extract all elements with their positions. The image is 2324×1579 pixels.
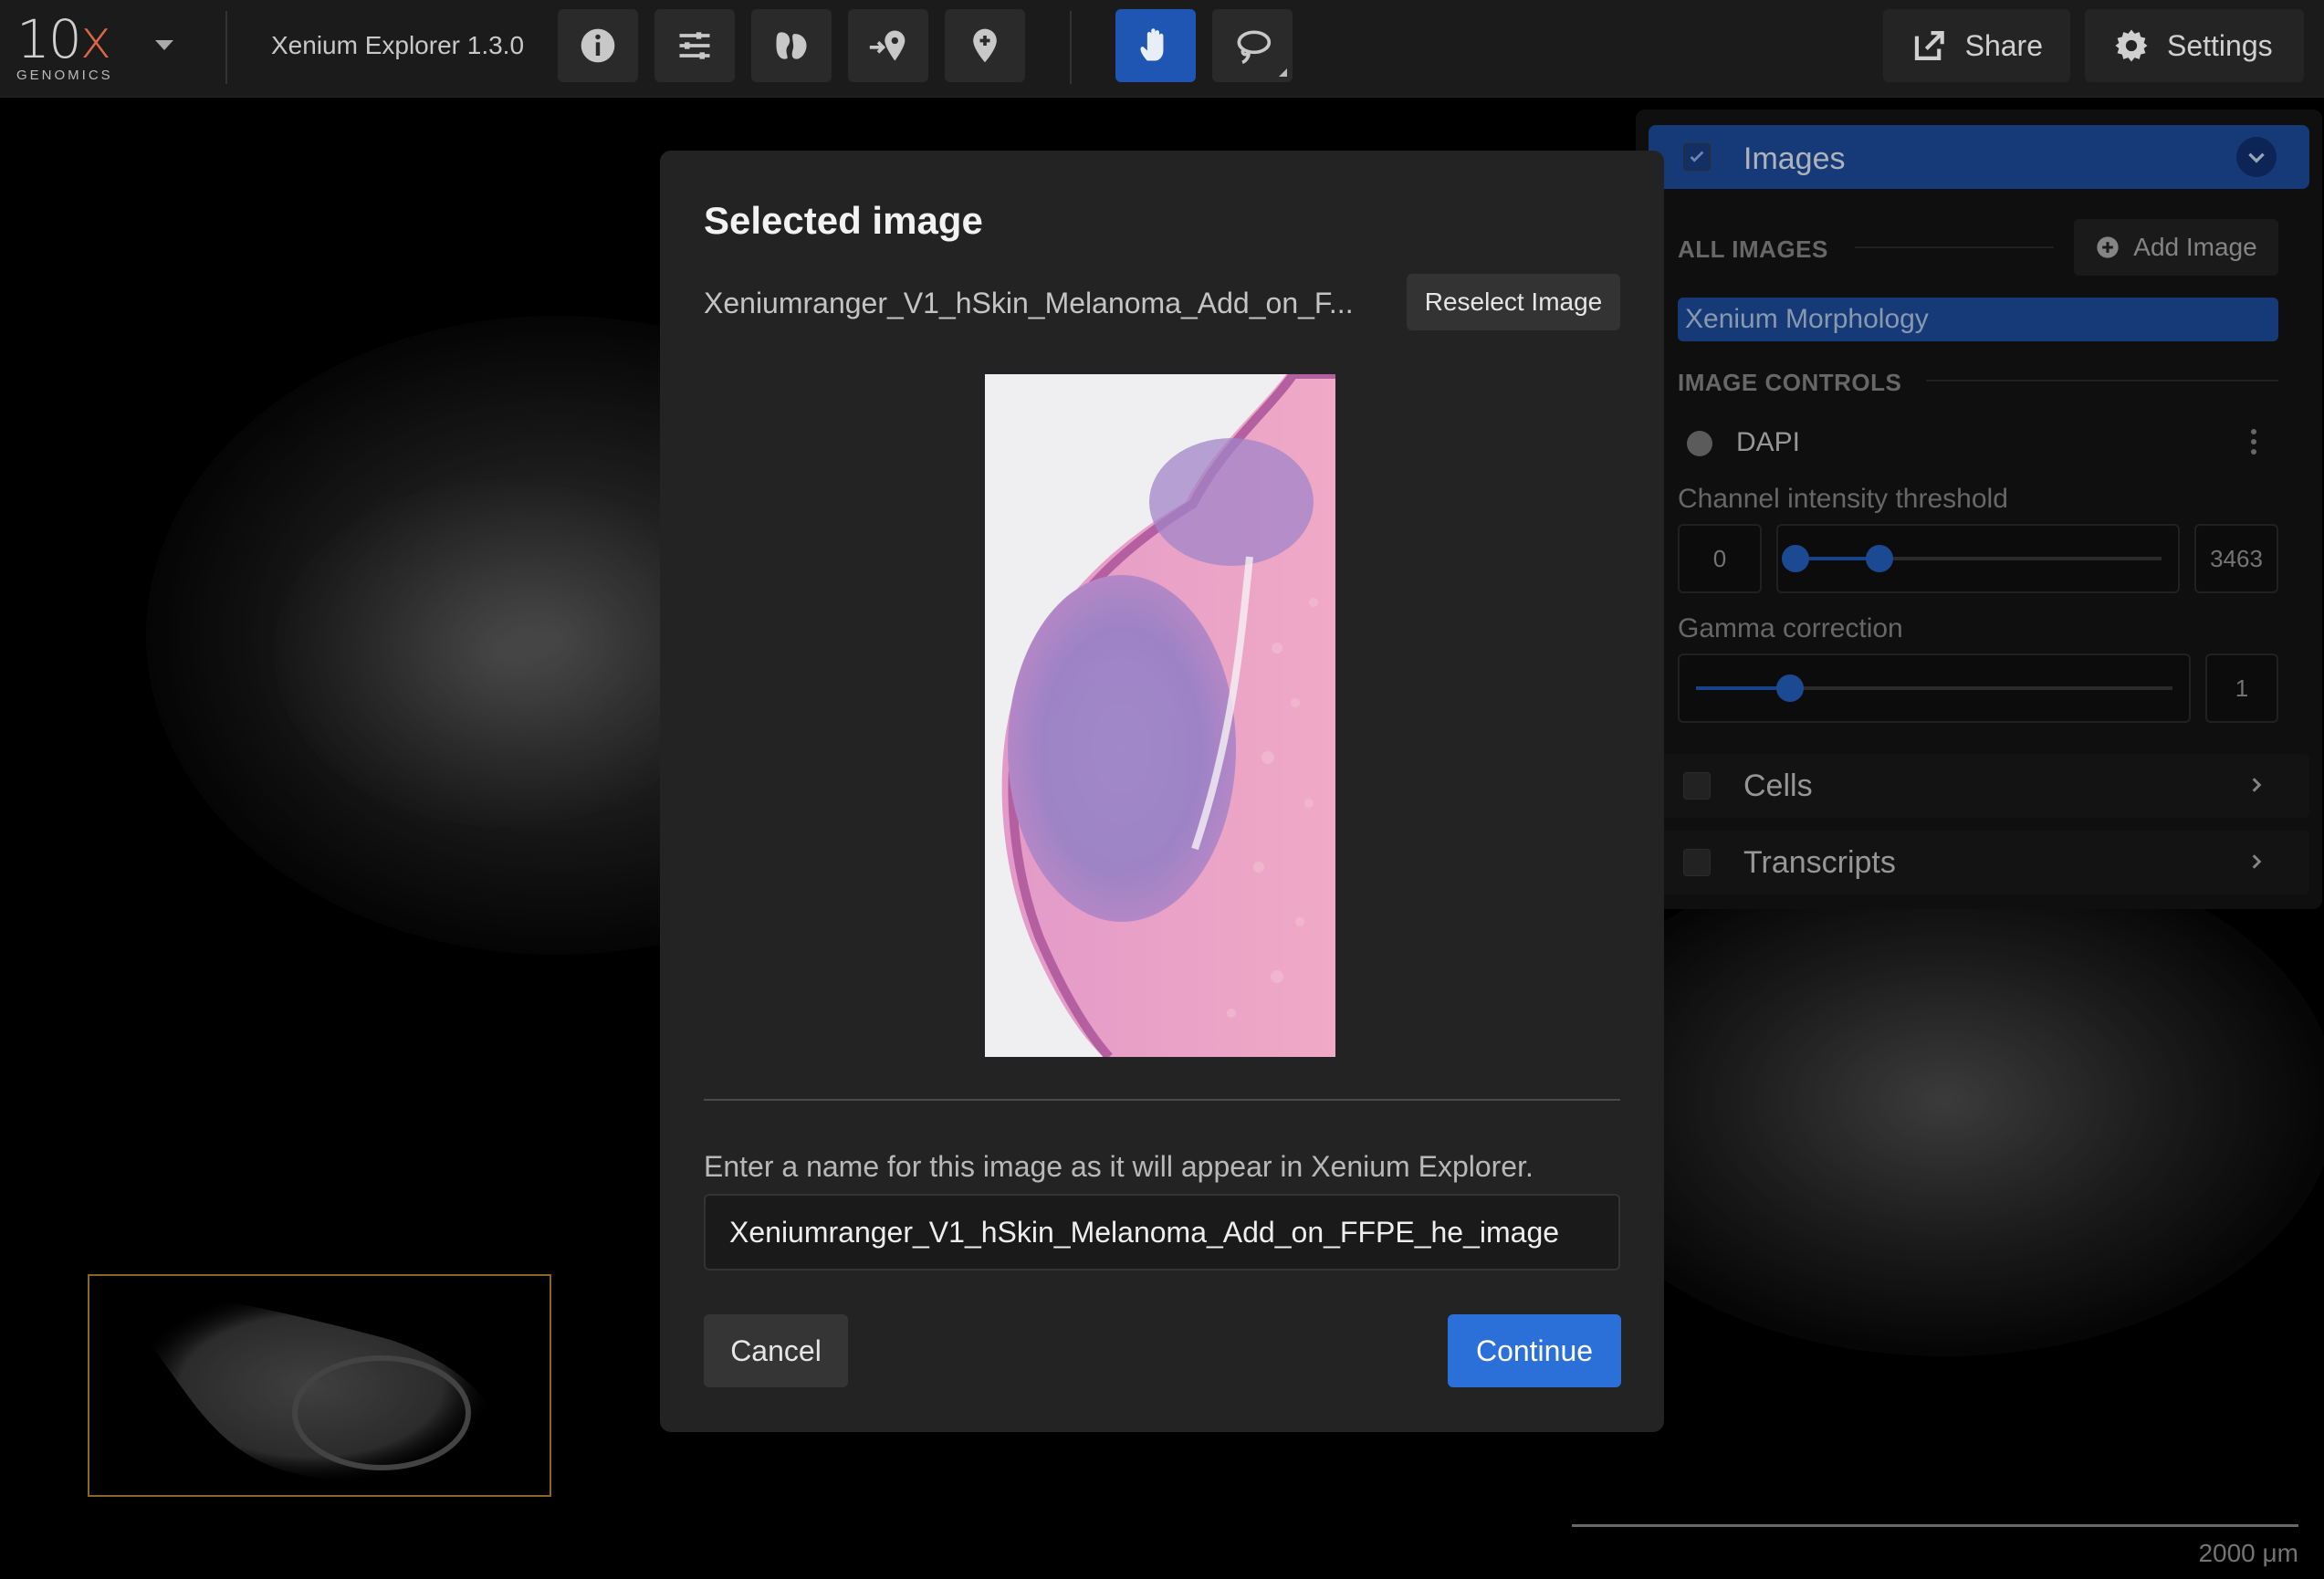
hand-icon — [1140, 28, 1164, 61]
reselect-image-button[interactable]: Reselect Image — [1407, 274, 1620, 330]
divider — [704, 1099, 1620, 1101]
submenu-indicator — [1279, 68, 1287, 77]
logo-number: 10 — [16, 8, 82, 70]
image-name-input[interactable] — [704, 1194, 1620, 1271]
sliders-icon — [679, 32, 710, 59]
settings-button[interactable]: Settings — [2085, 9, 2304, 82]
divider — [1070, 11, 1072, 84]
caret-down-icon[interactable] — [155, 40, 173, 50]
pin-plus-icon — [973, 28, 997, 63]
10x-genomics-logo[interactable]: 10x GENOMICS — [16, 13, 117, 83]
cell-segmentation-button[interactable] — [751, 9, 832, 82]
divider — [225, 11, 227, 84]
lasso-icon — [1237, 30, 1272, 65]
logo-subtitle: GENOMICS — [16, 68, 113, 83]
dialog-title: Selected image — [704, 199, 983, 242]
share-icon — [1914, 31, 1944, 60]
settings-label: Settings — [2167, 28, 2273, 62]
continue-button[interactable]: Continue — [1448, 1314, 1621, 1387]
pan-tool-button[interactable] — [1115, 9, 1196, 82]
go-to-location-button[interactable] — [848, 9, 928, 82]
cancel-button[interactable]: Cancel — [704, 1314, 848, 1387]
logo-x: x — [79, 8, 111, 70]
add-pin-button[interactable] — [945, 9, 1025, 82]
share-button[interactable]: Share — [1883, 9, 2070, 82]
app-title: Xenium Explorer 1.3.0 — [271, 31, 525, 59]
share-label: Share — [1964, 28, 2043, 62]
selected-file-name: Xeniumranger_V1_hSkin_Melanoma_Add_on_F.… — [704, 287, 1354, 319]
adjustments-button[interactable] — [654, 9, 735, 82]
lasso-tool-button[interactable] — [1212, 9, 1293, 82]
gear-icon — [2115, 29, 2148, 62]
image-name-prompt: Enter a name for this image as it will a… — [704, 1150, 1534, 1183]
he-tissue-image — [985, 374, 1335, 1057]
he-image-preview — [985, 374, 1335, 1057]
top-toolbar: 10x GENOMICS Xenium Explorer 1.3.0 Share… — [0, 0, 2324, 98]
logo-wordmark: 10x — [16, 13, 117, 66]
arrow-pin-icon — [869, 30, 906, 61]
info-icon — [581, 28, 615, 63]
cells-icon — [776, 32, 807, 59]
info-button[interactable] — [558, 9, 638, 82]
